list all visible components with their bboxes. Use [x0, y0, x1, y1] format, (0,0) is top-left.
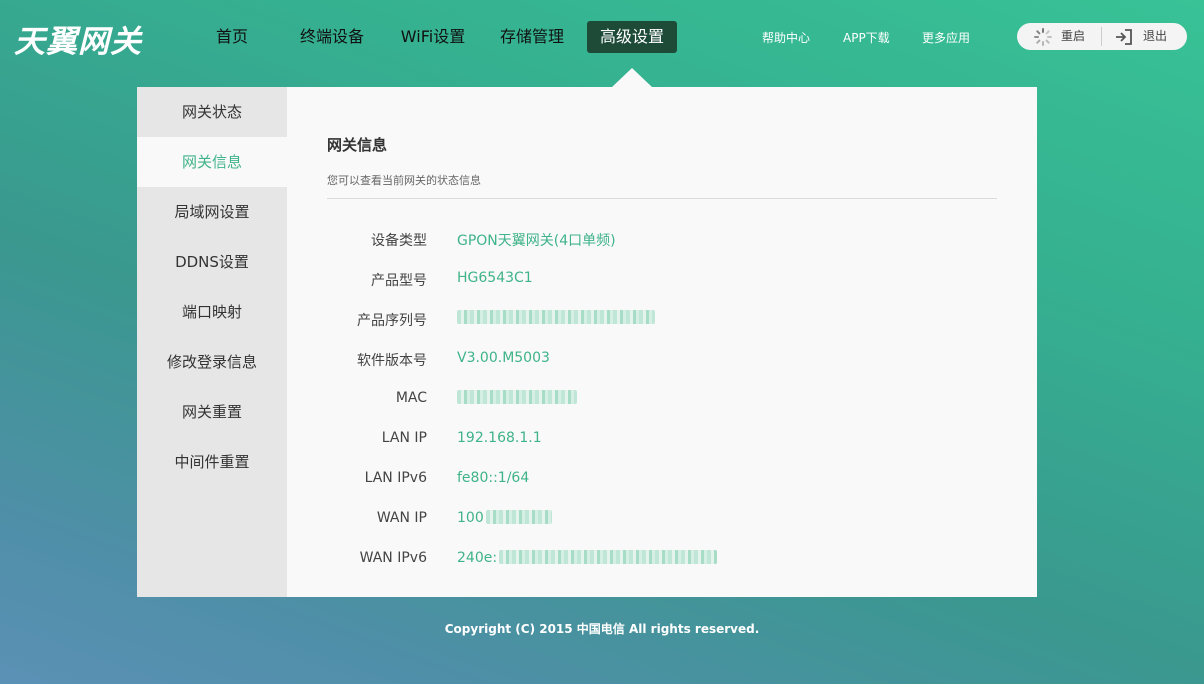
sidebar-item-middleware-reset[interactable]: 中间件重置	[137, 437, 287, 487]
info-label: 产品序列号	[357, 313, 427, 329]
info-row-serial: 产品序列号	[327, 310, 997, 330]
main-panel: 网关状态 网关信息 局域网设置 DDNS设置 端口映射 修改登录信息 网关重置 …	[137, 87, 1037, 597]
info-label: LAN IP	[381, 430, 427, 446]
sidebar-item-ddns[interactable]: DDNS设置	[137, 237, 287, 287]
info-label: WAN IP	[376, 510, 427, 526]
info-row-device-type: 设备类型 GPON天翼网关(4口单频)	[327, 230, 997, 250]
info-row-wan-ipv6: WAN IPv6 240e:	[327, 550, 997, 570]
redacted-blur	[457, 310, 655, 324]
sidebar-item-gateway-status[interactable]: 网关状态	[137, 87, 287, 137]
system-actions: 重启 退出	[1017, 23, 1187, 50]
info-value-redacted	[457, 310, 655, 326]
info-value-prefix: 240e:	[457, 550, 498, 566]
info-row-lan-ip: LAN IP 192.168.1.1	[327, 430, 997, 450]
sidebar-item-port-mapping[interactable]: 端口映射	[137, 287, 287, 337]
redacted-blur	[457, 390, 577, 404]
logo: 天翼网关	[14, 24, 142, 60]
logout-icon	[1114, 27, 1134, 47]
help-center-link[interactable]: 帮助中心	[762, 29, 810, 46]
restart-label: 重启	[1061, 29, 1086, 43]
logout-button[interactable]: 退出	[1114, 23, 1176, 50]
info-row-model: 产品型号 HG6543C1	[327, 270, 997, 290]
nav-item-advanced[interactable]: 高级设置	[587, 21, 677, 53]
info-value: V3.00.M5003	[457, 350, 550, 366]
more-apps-link[interactable]: 更多应用	[922, 29, 970, 46]
info-label: 设备类型	[371, 233, 427, 249]
sidebar: 网关状态 网关信息 局域网设置 DDNS设置 端口映射 修改登录信息 网关重置 …	[137, 87, 287, 597]
divider	[327, 198, 997, 199]
redacted-blur	[485, 510, 552, 524]
info-row-wan-ip: WAN IP 100	[327, 510, 997, 530]
page-subtitle: 您可以查看当前网关的状态信息	[327, 174, 481, 187]
info-value: fe80::1/64	[457, 470, 530, 486]
nav-item-devices[interactable]: 终端设备	[300, 21, 364, 53]
info-label: WAN IPv6	[359, 550, 427, 566]
logout-label: 退出	[1143, 29, 1168, 43]
info-value: 192.168.1.1	[457, 430, 542, 446]
info-value: 240e:	[457, 550, 718, 566]
sidebar-item-gateway-info[interactable]: 网关信息	[137, 137, 287, 187]
info-value-prefix: 100	[457, 510, 484, 526]
info-label: 产品型号	[371, 273, 427, 289]
nav-item-wifi[interactable]: WiFi设置	[399, 21, 467, 53]
info-value: HG6543C1	[457, 270, 533, 286]
info-row-lan-ipv6: LAN IPv6 fe80::1/64	[327, 470, 997, 490]
page-title: 网关信息	[327, 136, 388, 154]
info-row-mac: MAC	[327, 390, 997, 410]
sidebar-item-lan-settings[interactable]: 局域网设置	[137, 187, 287, 237]
app-download-link[interactable]: APP下载	[843, 29, 890, 46]
info-value-redacted	[457, 390, 577, 406]
info-value: 100	[457, 510, 552, 526]
active-nav-pointer	[612, 68, 652, 87]
top-bar: 天翼网关 首页 终端设备 WiFi设置 存储管理 高级设置 帮助中心 APP下载…	[0, 0, 1204, 87]
sidebar-item-login-info[interactable]: 修改登录信息	[137, 337, 287, 387]
nav-item-storage[interactable]: 存储管理	[500, 21, 564, 53]
info-row-software-version: 软件版本号 V3.00.M5003	[327, 350, 997, 370]
info-label: 软件版本号	[357, 353, 427, 369]
nav-item-home[interactable]: 首页	[216, 21, 248, 53]
info-label: LAN IPv6	[364, 470, 427, 486]
footer-copyright: Copyright (C) 2015 中国电信 All rights reser…	[444, 622, 760, 636]
spinner-icon	[1033, 27, 1053, 47]
divider	[1101, 27, 1102, 46]
info-value: GPON天翼网关(4口单频)	[457, 233, 616, 249]
redacted-blur	[499, 550, 718, 564]
info-label: MAC	[395, 390, 427, 406]
restart-button[interactable]: 重启	[1033, 23, 1095, 50]
sidebar-item-gateway-reset[interactable]: 网关重置	[137, 387, 287, 437]
